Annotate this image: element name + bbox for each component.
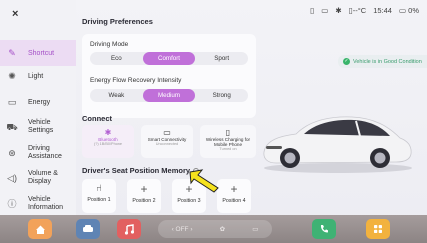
temperature-readout: ▯--°C (348, 6, 367, 15)
sidebar-item-vehicle-information[interactable]: ⓘ Vehicle Information (0, 191, 76, 217)
fan-icon[interactable]: ✿ (220, 225, 225, 233)
phone-icon: ▯ (225, 128, 231, 137)
vehicle-image (263, 116, 412, 173)
apps-button[interactable] (366, 219, 390, 239)
sidebar-item-volume-display[interactable]: ◁) Volume & Display (0, 165, 76, 191)
car-icon (83, 225, 93, 232)
sidebar-item-driving-assistance[interactable]: ⊛ Driving Assistance (0, 140, 76, 166)
sidebar-item-vehicle-settings[interactable]: ⛟ Vehicle Settings (0, 114, 76, 140)
plus-icon: + (140, 182, 148, 196)
close-icon[interactable]: × (12, 8, 18, 20)
climate-off-toggle[interactable]: ‹ OFF › (172, 226, 193, 233)
driving-preferences-title: Driving Preferences (82, 17, 153, 26)
vehicle-condition-banner[interactable]: ✓ Vehicle is in Good Condition (338, 55, 427, 68)
mode-eco-option[interactable]: Eco (90, 52, 143, 65)
connect-title: Connect (82, 114, 112, 123)
screen-icon: ▭ (321, 6, 329, 15)
seat-icon: ⑁ (96, 183, 102, 194)
seat-memory-title: Driver's Seat Position Memoryi (82, 166, 200, 175)
wireless-charging-label: Wireless Charging for Mobile Phone (205, 137, 251, 147)
plus-icon: + (230, 182, 238, 196)
sidebar-item-label: Driving Assistance (28, 145, 62, 160)
sidebar-item-label: Shortcut (28, 49, 55, 57)
position-2-button[interactable]: + Position 2 (127, 179, 161, 213)
cast-icon: ▭ (163, 128, 171, 137)
seat-heat-icon[interactable]: ▭ (252, 225, 258, 233)
bluetooth-tile[interactable]: ✱ Bluetooth (?) 1B/B0/Phone (82, 125, 134, 158)
signal-icon: ▯ (310, 6, 315, 15)
vehicle-button[interactable] (76, 219, 100, 239)
car-icon: ⛟ (6, 122, 18, 132)
sidebar-item-label: Energy (28, 98, 51, 106)
sidebar-item-light[interactable]: ✺ Light (0, 63, 76, 89)
home-icon (35, 225, 45, 234)
climate-controls: ‹ OFF › ✿ ▭ (158, 220, 272, 238)
vehicle-settings-screen: ▯ ▭ ✱ ▯--°C 15:44 ▭ 0% × ✎ Shortcut ✺ Li… (0, 0, 427, 243)
recovery-intensity-label: Energy Flow Recovery Intensity (90, 77, 182, 84)
mode-sport-option[interactable]: Sport (195, 52, 248, 65)
phone-button[interactable] (312, 219, 336, 239)
seat-memory-title-text: Driver's Seat Position Memory (82, 166, 191, 175)
info-icon: ⓘ (7, 199, 17, 209)
smart-connectivity-status: Unconnected (155, 142, 179, 146)
home-button[interactable] (28, 219, 52, 239)
position-4-label: Position 4 (222, 198, 246, 204)
driving-mode-label: Driving Mode (90, 41, 129, 48)
bluetooth-status: (?) 1B/B0/Phone (93, 142, 123, 146)
battery-icon: ▭ (7, 96, 17, 107)
sidebar-item-label: Vehicle Information (28, 196, 64, 211)
vehicle-condition-text: Vehicle is in Good Condition (353, 58, 422, 65)
position-1-button[interactable]: ⑁ Position 1 (82, 179, 116, 213)
speaker-icon: ◁) (7, 173, 17, 183)
status-bar: ▯ ▭ ✱ ▯--°C 15:44 ▭ 0% (310, 6, 419, 15)
sidebar: × ✎ Shortcut ✺ Light ▭ Energy ⛟ Vehicle … (0, 0, 76, 215)
check-icon: ✓ (343, 58, 350, 65)
clock: 15:44 (373, 6, 392, 15)
sidebar-item-label: Volume & Display (28, 170, 58, 185)
position-1-label: Position 1 (87, 197, 111, 203)
wireless-charging-tile[interactable]: ▯ Wireless Charging for Mobile Phone Tur… (200, 125, 256, 158)
recovery-weak-option[interactable]: Weak (90, 89, 143, 102)
bottom-dock: ‹ OFF › ✿ ▭ (0, 215, 427, 243)
pencil-icon: ✎ (8, 47, 16, 58)
connect-row: ✱ Bluetooth (?) 1B/B0/Phone ▭ Smart Conn… (82, 125, 256, 159)
driving-preferences-card: Driving Mode Eco Comfort Sport Energy Fl… (82, 34, 256, 118)
position-2-label: Position 2 (132, 198, 156, 204)
settings-panel: Driving Preferences Driving Mode Eco Com… (78, 12, 256, 215)
recovery-medium-option[interactable]: Medium (142, 89, 196, 102)
fan-status-icon: ✱ (335, 6, 342, 15)
driving-mode-selector: Eco Comfort Sport (90, 52, 248, 65)
recovery-intensity-selector: Weak Medium Strong (90, 89, 248, 102)
mode-comfort-option[interactable]: Comfort (142, 52, 196, 65)
music-icon (124, 223, 134, 235)
smart-connectivity-tile[interactable]: ▭ Smart Connectivity Unconnected (141, 125, 193, 158)
sidebar-item-label: Light (28, 72, 44, 80)
position-4-button[interactable]: + Position 4 (217, 179, 251, 213)
steering-wheel-icon: ⊛ (8, 148, 16, 158)
apps-grid-icon (374, 225, 382, 233)
recovery-strong-option[interactable]: Strong (195, 89, 248, 102)
sidebar-item-label: Vehicle Settings (28, 119, 54, 134)
battery-status: ▭ 0% (398, 6, 419, 15)
pointer-arrow-icon (189, 169, 219, 193)
bluetooth-icon: ✱ (104, 128, 112, 137)
wireless-charging-status: Turned on (219, 147, 237, 151)
position-3-label: Position 3 (177, 198, 201, 204)
sidebar-item-energy[interactable]: ▭ Energy (0, 89, 76, 115)
light-icon: ✺ (8, 70, 16, 81)
music-button[interactable] (117, 219, 141, 239)
seat-positions-row: ⑁ Position 1 + Position 2 + Position 3 +… (82, 179, 256, 213)
phone-call-icon (320, 225, 328, 233)
